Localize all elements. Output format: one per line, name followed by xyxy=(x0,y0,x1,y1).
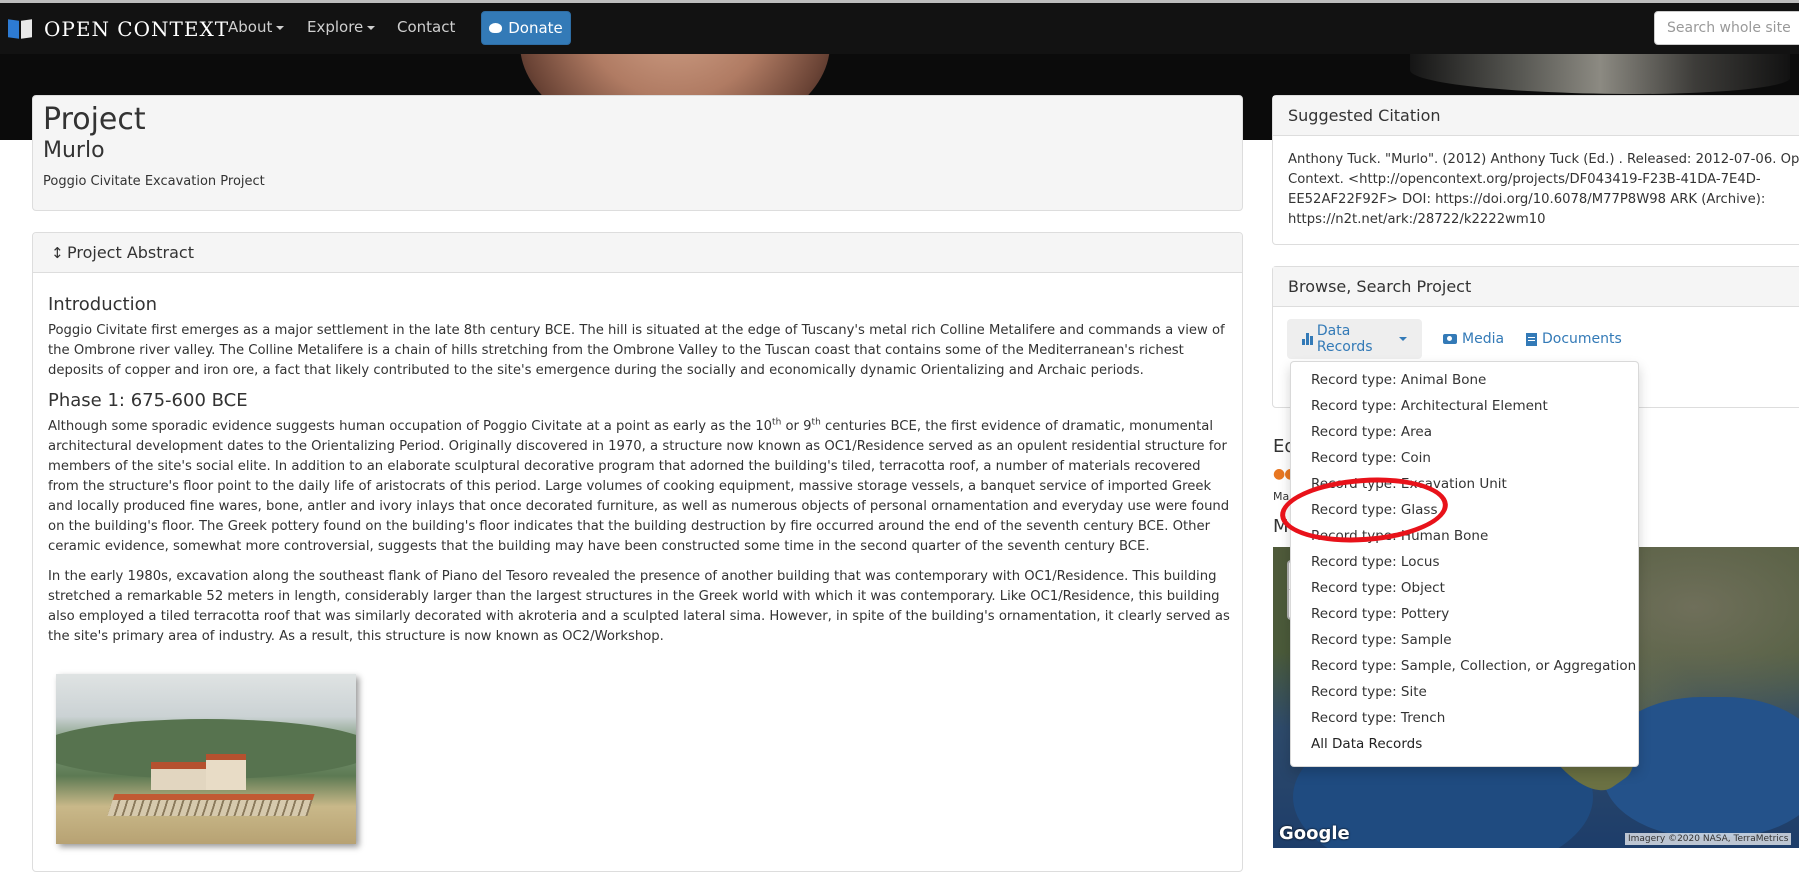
superscript: th xyxy=(811,417,821,428)
map-attribution: Imagery ©2020 NASA, TerraMetrics xyxy=(1625,833,1792,845)
tab-documents[interactable]: Documents xyxy=(1511,319,1637,359)
phase-paragraph-2: In the early 1980s, excavation along the… xyxy=(48,569,1230,644)
nav-explore-label: Explore xyxy=(307,18,364,36)
citation-header: Suggested Citation xyxy=(1273,96,1799,136)
menu-item-sample-collection-aggregation[interactable]: Record type: Sample, Collection, or Aggr… xyxy=(1291,653,1638,679)
text-span: centuries BCE, the first evidence of dra… xyxy=(48,419,1230,554)
google-logo[interactable]: Google xyxy=(1279,823,1350,844)
menu-item-trench[interactable]: Record type: Trench xyxy=(1291,705,1638,731)
piggy-bank-icon xyxy=(489,23,503,33)
painting-colonnade xyxy=(107,794,315,816)
document-icon xyxy=(1526,332,1537,346)
map-heading-partial: M xyxy=(1273,516,1289,537)
abstract-toggle[interactable]: ↕ Project Abstract xyxy=(33,233,1242,273)
citation-panel: Suggested Citation Anthony Tuck. "Murlo"… xyxy=(1272,95,1799,245)
citation-text: Anthony Tuck. "Murlo". (2012) Anthony Tu… xyxy=(1288,150,1799,230)
menu-item-locus[interactable]: Record type: Locus xyxy=(1291,549,1638,575)
nav-contact[interactable]: Contact xyxy=(397,18,455,36)
menu-item-pottery[interactable]: Record type: Pottery xyxy=(1291,601,1638,627)
brand-name: OPEN CONTEXT xyxy=(44,17,230,41)
menu-item-animal-bone[interactable]: Record type: Animal Bone xyxy=(1291,367,1638,393)
painting-building xyxy=(206,754,246,790)
tab-documents-label: Documents xyxy=(1542,331,1622,347)
resize-vertical-icon: ↕ xyxy=(51,243,64,262)
intro-paragraph: Poggio Civitate first emerges as a major… xyxy=(48,323,1225,378)
caret-down-icon xyxy=(276,25,285,30)
brand-logo[interactable]: OPEN CONTEXT xyxy=(8,13,229,45)
tab-data-records-label: Data Records xyxy=(1316,323,1373,355)
menu-item-all-data-records[interactable]: All Data Records xyxy=(1291,731,1638,757)
citation-line: https://n2t.net/ark:/28722/k2222wm10 xyxy=(1288,212,1546,227)
project-title-panel: Project Murlo Poggio Civitate Excavation… xyxy=(32,95,1243,211)
menu-item-excavation-unit[interactable]: Record type: Excavation Unit xyxy=(1291,471,1638,497)
menu-item-human-bone[interactable]: Record type: Human Bone xyxy=(1291,523,1638,549)
painting-building xyxy=(151,762,206,790)
caret-down-icon xyxy=(1399,337,1407,341)
top-navbar: OPEN CONTEXT About Explore Contact Donat… xyxy=(0,3,1799,54)
donate-label: Donate xyxy=(508,19,563,37)
menu-item-architectural-element[interactable]: Record type: Architectural Element xyxy=(1291,393,1638,419)
book-logo-icon xyxy=(8,18,34,40)
donate-button[interactable]: Donate xyxy=(481,11,571,45)
tab-media[interactable]: Media xyxy=(1428,319,1519,359)
phase-heading: Phase 1: 675-600 BCE xyxy=(48,390,248,411)
bar-chart-icon xyxy=(1302,333,1313,345)
site-search-input[interactable]: Search whole site xyxy=(1654,11,1799,45)
browse-header: Browse, Search Project xyxy=(1273,267,1799,307)
menu-item-coin[interactable]: Record type: Coin xyxy=(1291,445,1638,471)
abstract-header-label: Project Abstract xyxy=(67,243,194,262)
caret-down-icon xyxy=(367,25,376,30)
citation-line: EE52AF22F92F> DOI: https://doi.org/10.60… xyxy=(1288,192,1766,207)
site-painting-image[interactable] xyxy=(56,674,356,844)
search-placeholder: Search whole site xyxy=(1667,20,1791,36)
hero-stone-image xyxy=(1410,54,1790,94)
tab-data-records[interactable]: Data Records xyxy=(1287,319,1422,359)
superscript: th xyxy=(772,417,782,428)
text-span: Although some sporadic evidence suggests… xyxy=(48,419,773,434)
menu-item-sample[interactable]: Record type: Sample xyxy=(1291,627,1638,653)
nav-contact-label: Contact xyxy=(397,18,456,36)
citation-line: Anthony Tuck. "Murlo". (2012) Anthony Tu… xyxy=(1288,152,1799,167)
intro-heading: Introduction xyxy=(48,294,158,315)
nav-about-label: About xyxy=(228,18,273,36)
text-span: or 9 xyxy=(781,419,812,434)
camera-icon xyxy=(1443,334,1457,344)
project-abstract-panel: ↕ Project Abstract Introduction Poggio C… xyxy=(32,232,1243,872)
project-name: Murlo xyxy=(43,138,105,163)
side-text-partial: Ma xyxy=(1273,490,1290,503)
menu-item-object[interactable]: Record type: Object xyxy=(1291,575,1638,601)
data-records-dropdown-menu: Record type: Animal Bone Record type: Ar… xyxy=(1290,361,1639,767)
page-title: Project xyxy=(43,102,146,137)
tab-media-label: Media xyxy=(1462,331,1505,347)
project-subtitle: Poggio Civitate Excavation Project xyxy=(43,174,265,189)
nav-about[interactable]: About xyxy=(228,18,285,36)
menu-item-area[interactable]: Record type: Area xyxy=(1291,419,1638,445)
abstract-body: Introduction Poggio Civitate first emerg… xyxy=(48,295,1230,657)
nav-explore[interactable]: Explore xyxy=(307,18,376,36)
phase-paragraph-1: Although some sporadic evidence suggests… xyxy=(48,417,1230,557)
menu-item-site[interactable]: Record type: Site xyxy=(1291,679,1638,705)
menu-item-glass[interactable]: Record type: Glass xyxy=(1291,497,1638,523)
citation-line: Context. <http://opencontext.org/project… xyxy=(1288,172,1761,187)
